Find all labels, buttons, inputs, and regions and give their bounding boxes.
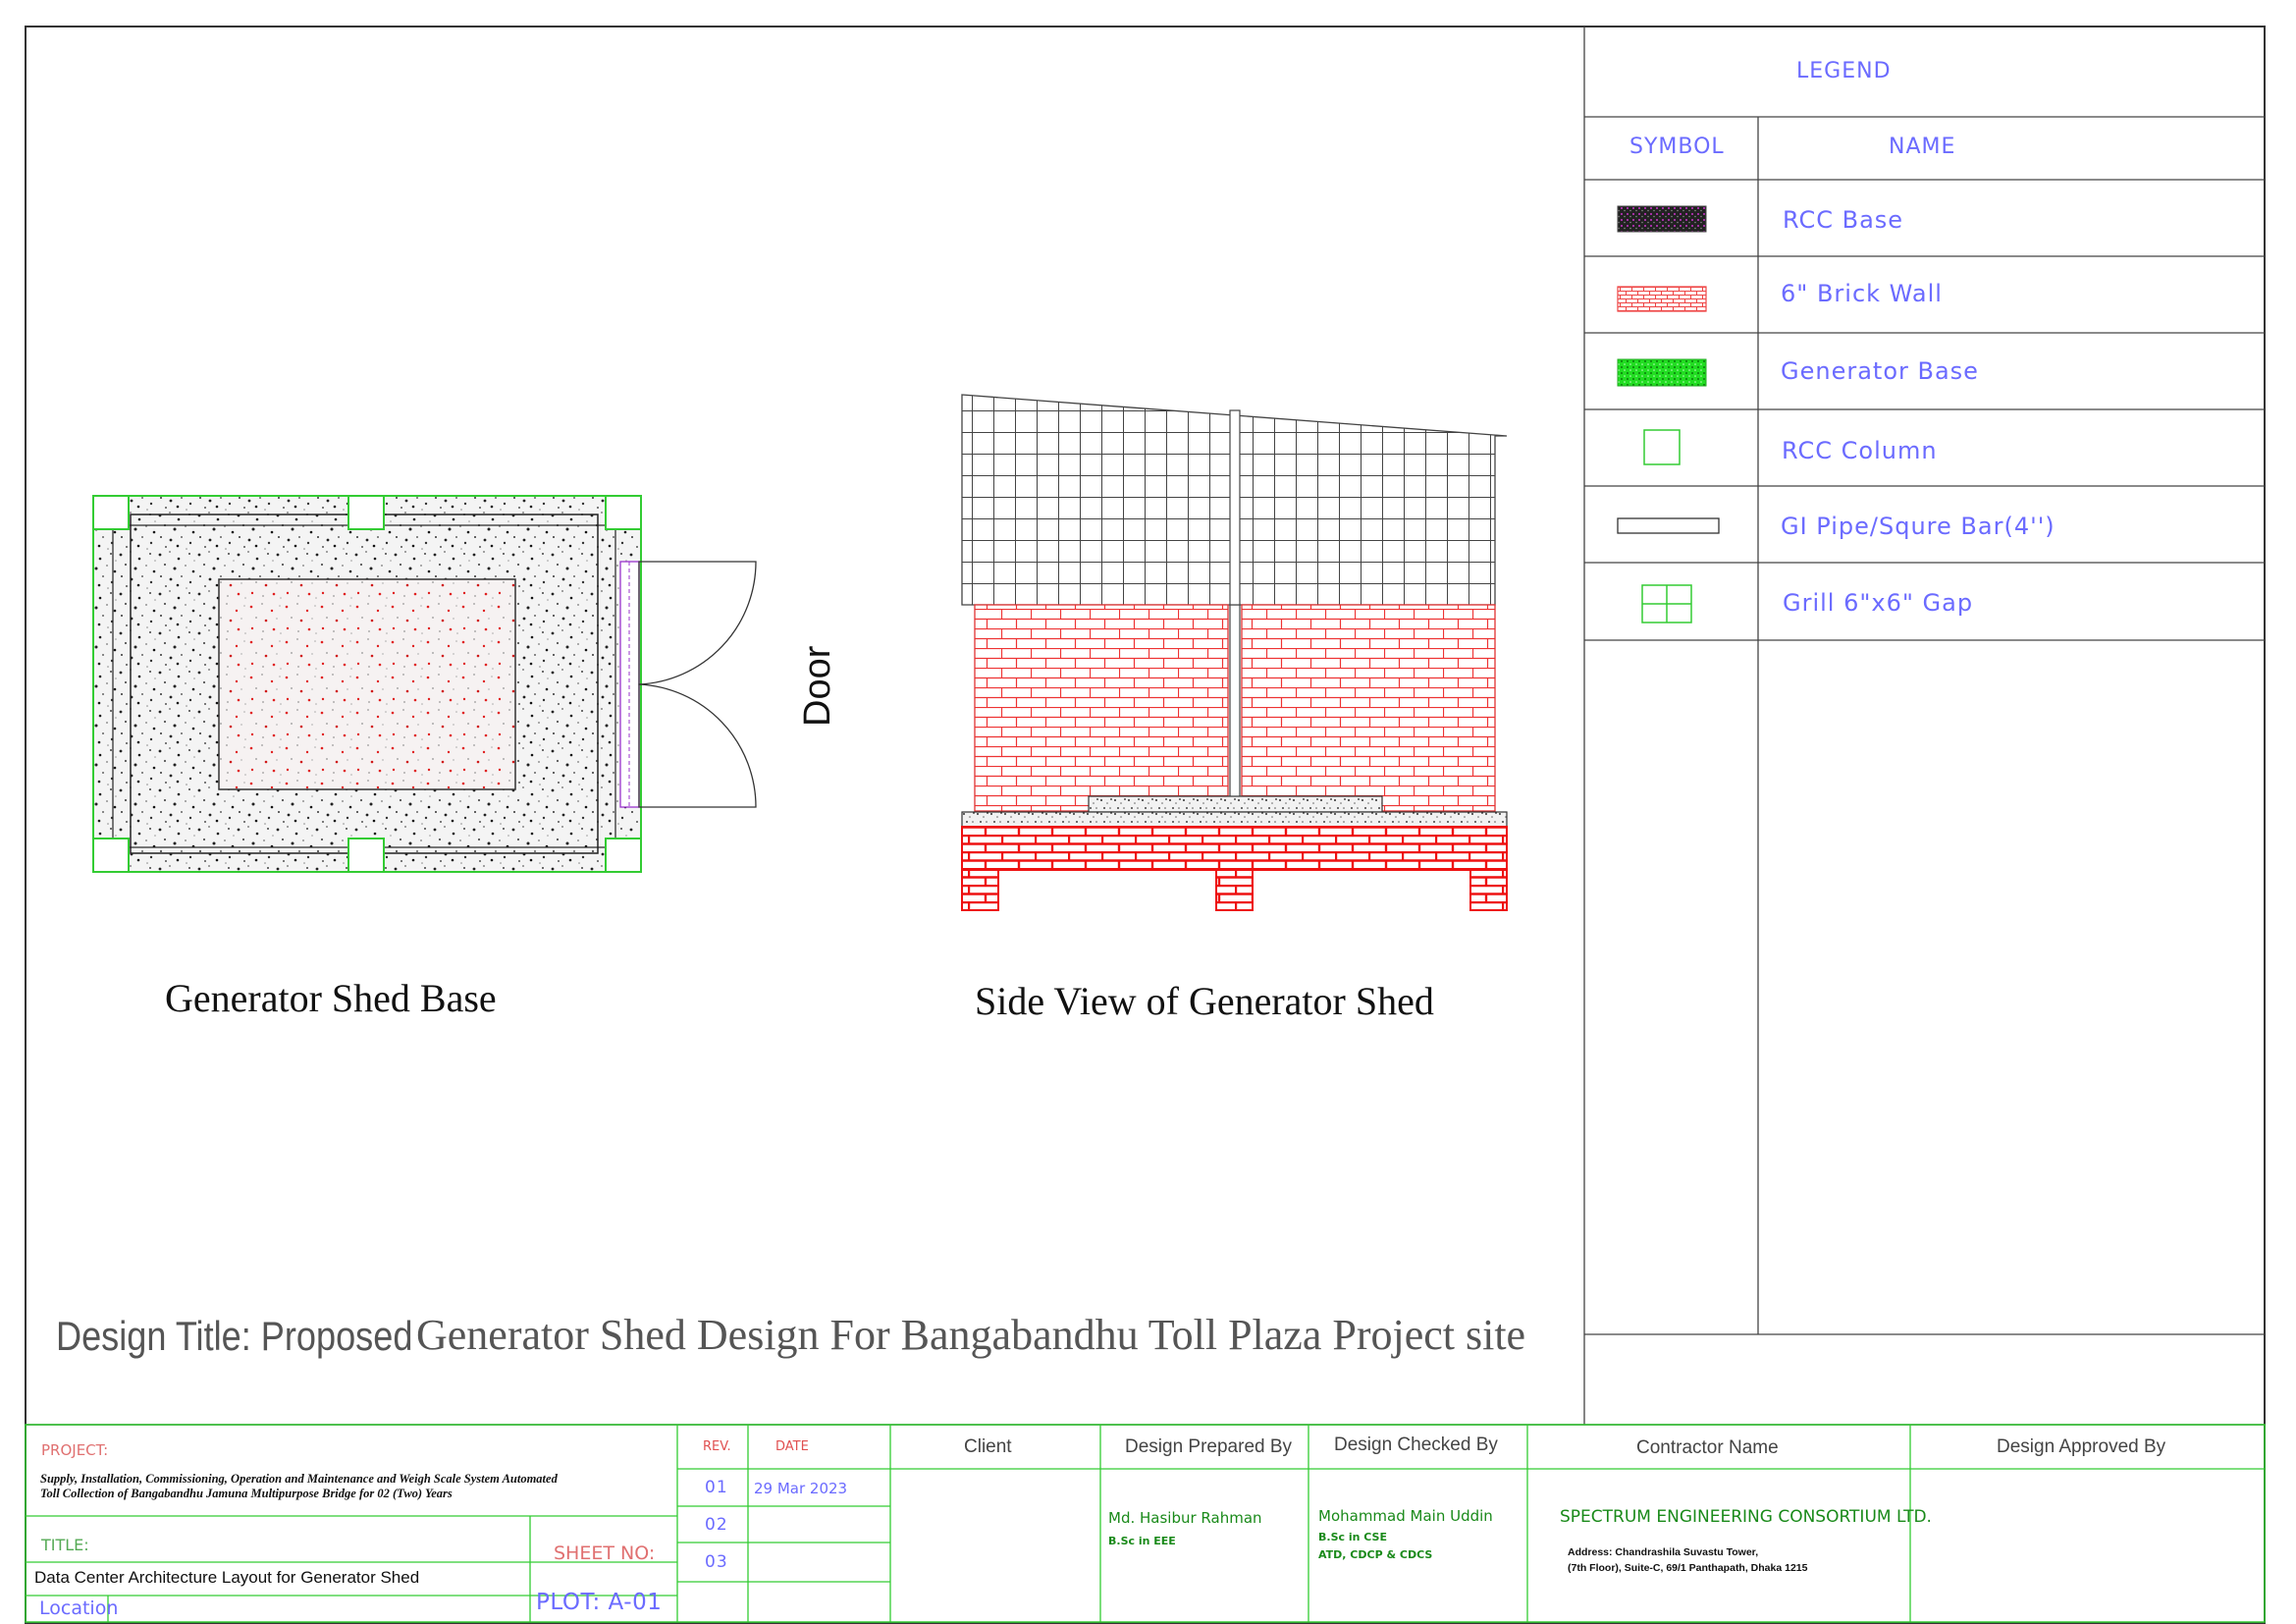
location-label: Location <box>39 1597 119 1619</box>
legend-item-generator-base: Generator Base <box>1781 357 1979 385</box>
date-header: DATE <box>775 1439 809 1454</box>
title-label: TITLE: <box>41 1536 89 1554</box>
prepared-name: Md. Hasibur Rahman <box>1108 1509 1262 1527</box>
legend-item-brick-wall: 6" Brick Wall <box>1781 280 1943 307</box>
plan-rcc-column <box>92 495 130 530</box>
contractor-address-2: (7th Floor), Suite-C, 69/1 Panthapath, D… <box>1568 1562 1808 1574</box>
side-generator-base <box>1088 795 1383 813</box>
legend-item-rcc-base: RCC Base <box>1783 206 1904 234</box>
contractor-header: Contractor Name <box>1636 1437 1779 1458</box>
rev-03: 03 <box>705 1552 728 1572</box>
rev-02: 02 <box>705 1515 728 1535</box>
plan-rcc-column <box>92 838 130 873</box>
checked-header: Design Checked By <box>1334 1435 1498 1455</box>
checked-degree-2: ATD, CDCP & CDCS <box>1318 1548 1433 1561</box>
rcc-base-hatch-icon <box>1617 205 1707 233</box>
rcc-column-square-icon <box>1643 429 1681 465</box>
project-line-2: Toll Collection of Bangabandhu Jamuna Mu… <box>40 1487 453 1500</box>
side-footing <box>1469 869 1508 911</box>
plan-rcc-column <box>347 495 385 530</box>
project-label: PROJECT: <box>41 1441 109 1459</box>
brick-wall-hatch-icon <box>1617 286 1707 312</box>
sheet-no-label: SHEET NO: <box>554 1543 656 1564</box>
door-label: Door <box>797 645 838 727</box>
side-rcc-slab <box>961 811 1508 828</box>
approved-header: Design Approved By <box>1997 1436 2166 1457</box>
plan-view-title: Generator Shed Base <box>165 976 497 1020</box>
design-title-main: Generator Shed Design For Bangabandhu To… <box>416 1311 1526 1359</box>
side-view <box>961 394 1508 911</box>
client-header: Client <box>964 1436 1012 1457</box>
plan-view <box>92 495 757 873</box>
design-title-prefix: Design Title: Proposed <box>56 1313 413 1359</box>
legend-item-grill: Grill 6"x6" Gap <box>1783 589 1974 617</box>
plan-generator-base <box>218 578 516 790</box>
plan-door-leaf-bottom <box>638 683 757 808</box>
gi-pipe-bar-icon <box>1617 517 1720 534</box>
legend-item-gi-pipe: GI Pipe/Squre Bar(4'') <box>1781 513 2056 540</box>
plan-rcc-column <box>347 838 385 873</box>
rev-01: 01 <box>705 1478 728 1497</box>
legend-name-header: NAME <box>1889 135 1956 159</box>
generator-base-hatch-icon <box>1617 358 1707 387</box>
plan-rcc-column <box>605 838 642 873</box>
plan-door-leaf-top <box>638 561 757 685</box>
drawing-sheet: Generator Shed Base Side View of Generat… <box>0 0 2296 1624</box>
contractor-address-1: Address: Chandrashila Suvastu Tower, <box>1568 1546 1759 1558</box>
side-view-title: Side View of Generator Shed <box>975 979 1434 1023</box>
legend-title: LEGEND <box>1796 59 1892 83</box>
rev-header: REV. <box>703 1439 731 1454</box>
legend-item-rcc-column: RCC Column <box>1782 437 1938 464</box>
rev-01-date: 29 Mar 2023 <box>754 1480 848 1497</box>
side-footing <box>1215 869 1254 911</box>
checked-name: Mohammad Main Uddin <box>1318 1507 1493 1525</box>
side-brick-plinth <box>961 826 1508 871</box>
drawing-canvas <box>25 26 2266 1624</box>
title-value: Data Center Architecture Layout for Gene… <box>34 1568 420 1587</box>
side-brick-wall-right <box>1241 604 1496 812</box>
plan-rcc-column <box>605 495 642 530</box>
side-footing <box>961 869 999 911</box>
side-brick-wall-left <box>974 604 1229 812</box>
project-line-1: Supply, Installation, Commissioning, Ope… <box>40 1472 558 1486</box>
side-center-post <box>1229 409 1241 606</box>
checked-degree-1: B.Sc in CSE <box>1318 1531 1387 1543</box>
contractor-name: SPECTRUM ENGINEERING CONSORTIUM LTD. <box>1560 1507 1932 1527</box>
legend-table <box>1583 27 2265 1425</box>
plot-label: PLOT: A-01 <box>536 1590 663 1615</box>
prepared-degree: B.Sc in EEE <box>1108 1535 1176 1547</box>
prepared-header: Design Prepared By <box>1125 1436 1293 1457</box>
legend-symbol-header: SYMBOL <box>1629 135 1725 159</box>
